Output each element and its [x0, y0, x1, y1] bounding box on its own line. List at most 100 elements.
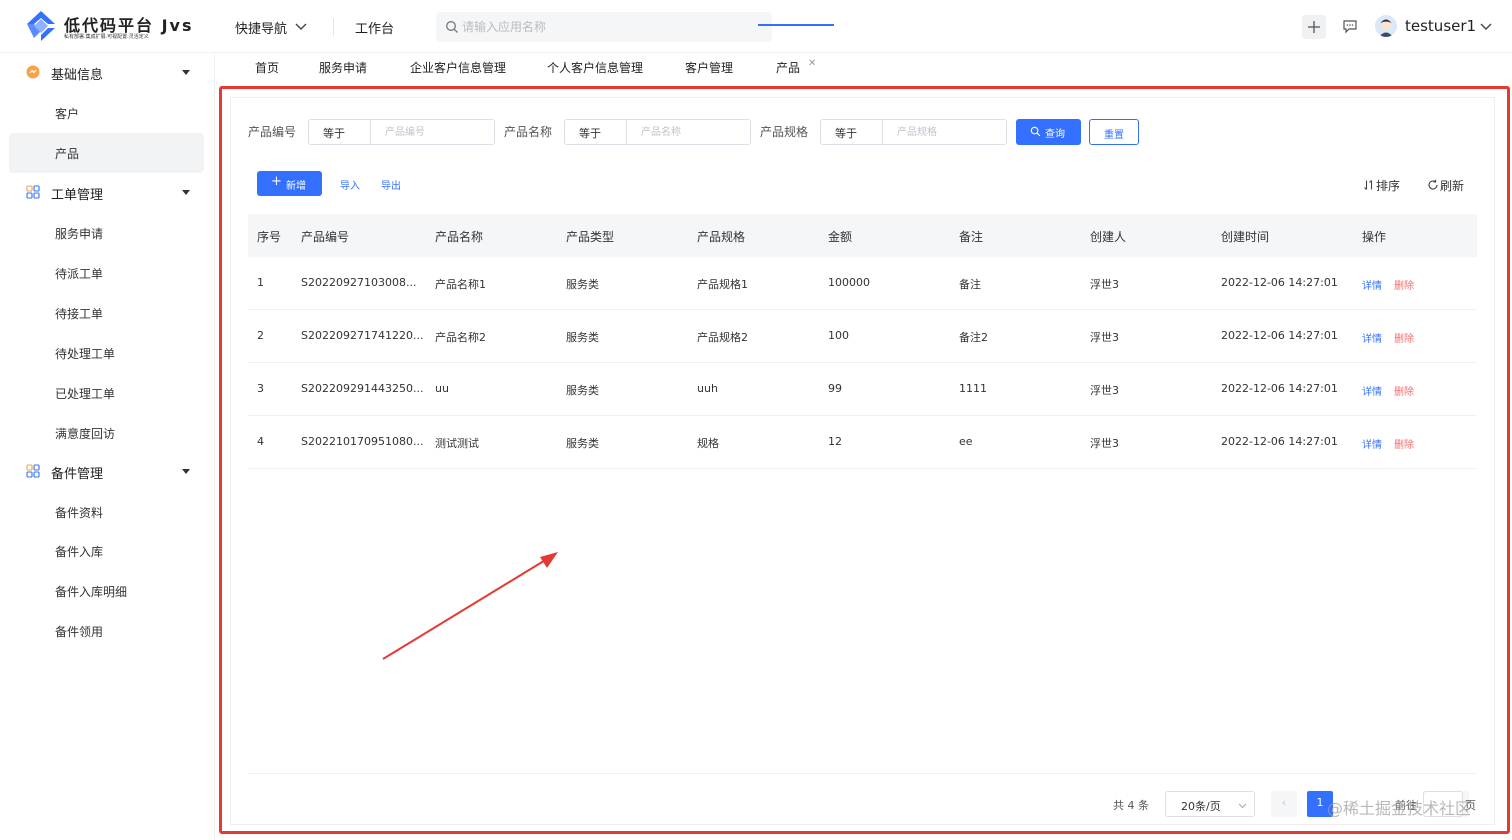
product-code-input[interactable]: [372, 122, 490, 142]
sidebar-item-spare-inbound[interactable]: 备件入库: [9, 531, 204, 571]
sidebar-item-service-request[interactable]: 服务申请: [9, 213, 204, 253]
operator-select[interactable]: 等于: [565, 120, 627, 144]
sort-icon: [1364, 180, 1373, 190]
column-header: 序号: [257, 230, 282, 244]
sidebar-group-label: 备件管理: [51, 467, 104, 482]
detail-link[interactable]: 详情: [1362, 330, 1382, 345]
add-button[interactable]: [1302, 15, 1326, 39]
chevron-down-icon[interactable]: [294, 20, 308, 34]
prev-page-button[interactable]: ‹: [1271, 791, 1297, 817]
quick-nav-menu[interactable]: 快捷导航: [235, 18, 287, 37]
sidebar-item-pending-dispatch[interactable]: 待派工单: [9, 253, 204, 293]
cell-index: 4: [257, 435, 264, 448]
cell-code: S202209291443250...: [301, 382, 424, 395]
sidebar-item-satisfaction-visit[interactable]: 满意度回访: [9, 413, 204, 453]
cell-index: 1: [257, 276, 264, 289]
delete-link[interactable]: 删除: [1394, 277, 1414, 292]
cell-type: 服务类: [566, 384, 599, 397]
import-button[interactable]: 导入: [340, 177, 360, 192]
column-header: 操作: [1362, 230, 1387, 244]
product-spec-input[interactable]: [884, 122, 1002, 142]
filter-label-name: 产品名称: [504, 125, 553, 139]
cell-amount: 99: [828, 382, 842, 395]
user-avatar-icon: [1375, 15, 1397, 37]
grid-icon: [26, 464, 40, 478]
delete-link[interactable]: 删除: [1394, 383, 1414, 398]
column-header: 创建人: [1090, 230, 1127, 244]
page-size-select[interactable]: 20条/页: [1165, 791, 1255, 817]
cell-code: S202209271741220...: [301, 329, 424, 342]
app-search-input[interactable]: [462, 17, 762, 37]
sidebar-item-spare-inbound-detail[interactable]: 备件入库明细: [9, 571, 204, 611]
sidebar-item-customer[interactable]: 客户: [9, 93, 204, 133]
cell-type: 服务类: [566, 278, 599, 291]
column-header: 创建时间: [1221, 230, 1270, 244]
operator-select[interactable]: 等于: [309, 120, 371, 144]
sidebar-item-processed[interactable]: 已处理工单: [9, 373, 204, 413]
sort-button[interactable]: 排序: [1363, 177, 1400, 194]
sidebar-group-basic-info[interactable]: 基础信息: [0, 53, 215, 93]
tab-personal-customer[interactable]: 个人客户信息管理: [547, 59, 643, 76]
delete-link[interactable]: 删除: [1394, 330, 1414, 345]
sidebar-item-pending-process[interactable]: 待处理工单: [9, 333, 204, 373]
cell-code: S20220927103008...: [301, 276, 417, 289]
column-header: 备注: [959, 230, 984, 244]
tab-enterprise-customer[interactable]: 企业客户信息管理: [410, 59, 506, 76]
detail-link[interactable]: 详情: [1362, 436, 1382, 451]
sidebar-item-label: 备件领用: [55, 625, 104, 639]
close-icon[interactable]: ✕: [808, 58, 816, 69]
cell-amount: 12: [828, 435, 842, 448]
username[interactable]: testuser1: [1405, 17, 1476, 35]
watermark: @稀土掘金技术社区: [1327, 799, 1472, 818]
logo-icon: [27, 11, 55, 41]
chevron-down-icon[interactable]: [1479, 20, 1493, 34]
annotation-arrow: [382, 552, 558, 660]
search-icon: [1030, 126, 1041, 137]
sidebar-item-product[interactable]: 产品: [9, 133, 204, 173]
refresh-button[interactable]: 刷新: [1427, 177, 1464, 194]
basic-info-icon: [26, 65, 40, 79]
column-header: 金额: [828, 230, 853, 244]
refresh-icon: [1428, 179, 1438, 190]
message-icon[interactable]: [1342, 18, 1358, 34]
delete-link[interactable]: 删除: [1394, 436, 1414, 451]
cell-created: 2022-12-06 14:27:01: [1221, 276, 1338, 289]
filter-name: 等于: [564, 119, 751, 145]
export-button[interactable]: 导出: [381, 177, 401, 192]
cell-name: 产品名称1: [435, 278, 486, 291]
detail-link[interactable]: 详情: [1362, 277, 1382, 292]
sidebar-group-work-orders[interactable]: 工单管理: [0, 173, 215, 213]
sidebar-group-label: 工单管理: [51, 188, 104, 203]
cell-creator: 浮世3: [1090, 331, 1119, 344]
filter-code: 等于: [308, 119, 495, 145]
sidebar-group-spare-parts[interactable]: 备件管理: [0, 452, 215, 492]
cell-remark: 备注2: [959, 331, 988, 344]
tab-service-request[interactable]: 服务申请: [319, 59, 367, 76]
tab-home[interactable]: 首页: [255, 59, 279, 76]
avatar[interactable]: [1375, 15, 1397, 37]
product-name-input[interactable]: [628, 122, 746, 142]
table-row: 3 S202209291443250... uu 服务类 uuh 99 1111…: [248, 363, 1477, 416]
tab-product[interactable]: 产品: [776, 59, 800, 76]
add-button-label: 新增: [286, 181, 306, 192]
cell-remark: 1111: [959, 382, 987, 395]
reset-button[interactable]: 重置: [1089, 119, 1139, 145]
sidebar-item-label: 产品: [55, 147, 80, 161]
workbench-link[interactable]: 工作台: [355, 18, 394, 37]
sidebar-item-spare-data[interactable]: 备件资料: [9, 492, 204, 532]
sidebar-item-label: 客户: [55, 107, 80, 121]
sidebar-item-label: 待接工单: [55, 307, 104, 321]
cell-remark: ee: [959, 435, 973, 448]
sidebar-item-pending-accept[interactable]: 待接工单: [9, 293, 204, 333]
operator-select[interactable]: 等于: [821, 120, 883, 144]
sidebar-item-spare-usage[interactable]: 备件领用: [9, 611, 204, 651]
cell-created: 2022-12-06 14:27:01: [1221, 329, 1338, 342]
tab-customer-management[interactable]: 客户管理: [685, 59, 733, 76]
query-button[interactable]: 查询: [1016, 119, 1081, 145]
total-count: 共 4 条: [1113, 799, 1149, 812]
sidebar-item-label: 备件入库: [55, 545, 104, 559]
detail-link[interactable]: 详情: [1362, 383, 1382, 398]
cell-name: uu: [435, 382, 449, 395]
sidebar-item-label: 备件入库明细: [55, 585, 128, 599]
add-product-button[interactable]: + 新增: [257, 171, 322, 196]
